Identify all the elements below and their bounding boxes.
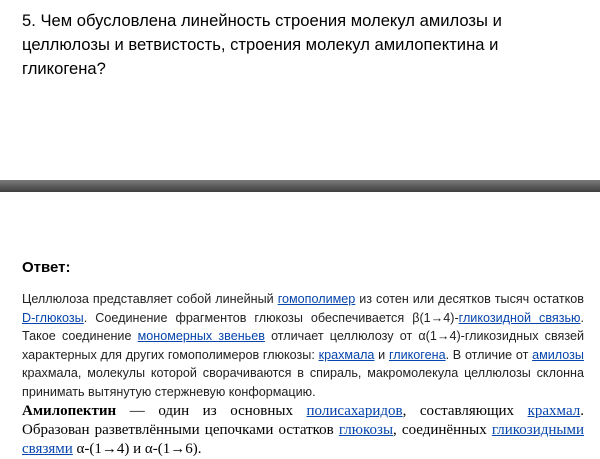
- paragraph-text: и: [374, 347, 389, 362]
- link-homopolymer[interactable]: гомополимер: [278, 292, 356, 306]
- link-monomer-units[interactable]: мономерных звеньев: [138, 329, 265, 343]
- answer-heading: Ответ:: [22, 259, 71, 276]
- paragraph-text: крахмала, молекулы которой сворачиваются…: [22, 366, 584, 399]
- cellulose-paragraph: Целлюлоза представляет собой линейный го…: [22, 290, 584, 401]
- paragraph-text: α-(1→4) и α-(1→6).: [72, 441, 202, 457]
- link-polysaccharides[interactable]: полисахаридов: [307, 403, 403, 419]
- paragraph-text: . В отличие от: [445, 347, 533, 362]
- paragraph-text: , составляющих: [402, 403, 528, 419]
- paragraph-text: . Соединение фрагментов глюкозы обеспечи…: [83, 310, 459, 325]
- link-glucose[interactable]: глюкозы: [339, 422, 393, 438]
- link-starch-2[interactable]: крахмал: [528, 403, 581, 419]
- link-d-glucose[interactable]: D-глюкозы: [22, 311, 84, 325]
- link-glycosidic-bond[interactable]: гликозидной связью: [459, 311, 581, 325]
- link-amylose[interactable]: амилозы: [532, 348, 584, 362]
- paragraph-text: , соединённых: [393, 422, 492, 438]
- paragraph-text: Целлюлоза представляет собой линейный: [22, 292, 278, 306]
- section-divider: [0, 180, 600, 192]
- term-amylopectin: Амилопектин: [22, 403, 117, 419]
- paragraph-text: — один из основных: [116, 403, 307, 419]
- link-starch[interactable]: крахмала: [319, 348, 375, 362]
- question-text: 5. Чем обусловлена линейность строения м…: [22, 11, 502, 78]
- paragraph-text: из сотен или десятков тысяч остатков: [355, 292, 584, 306]
- amylopectin-paragraph: Амилопектин — один из основных полисахар…: [22, 402, 584, 459]
- link-glycogen[interactable]: гликогена: [389, 348, 446, 362]
